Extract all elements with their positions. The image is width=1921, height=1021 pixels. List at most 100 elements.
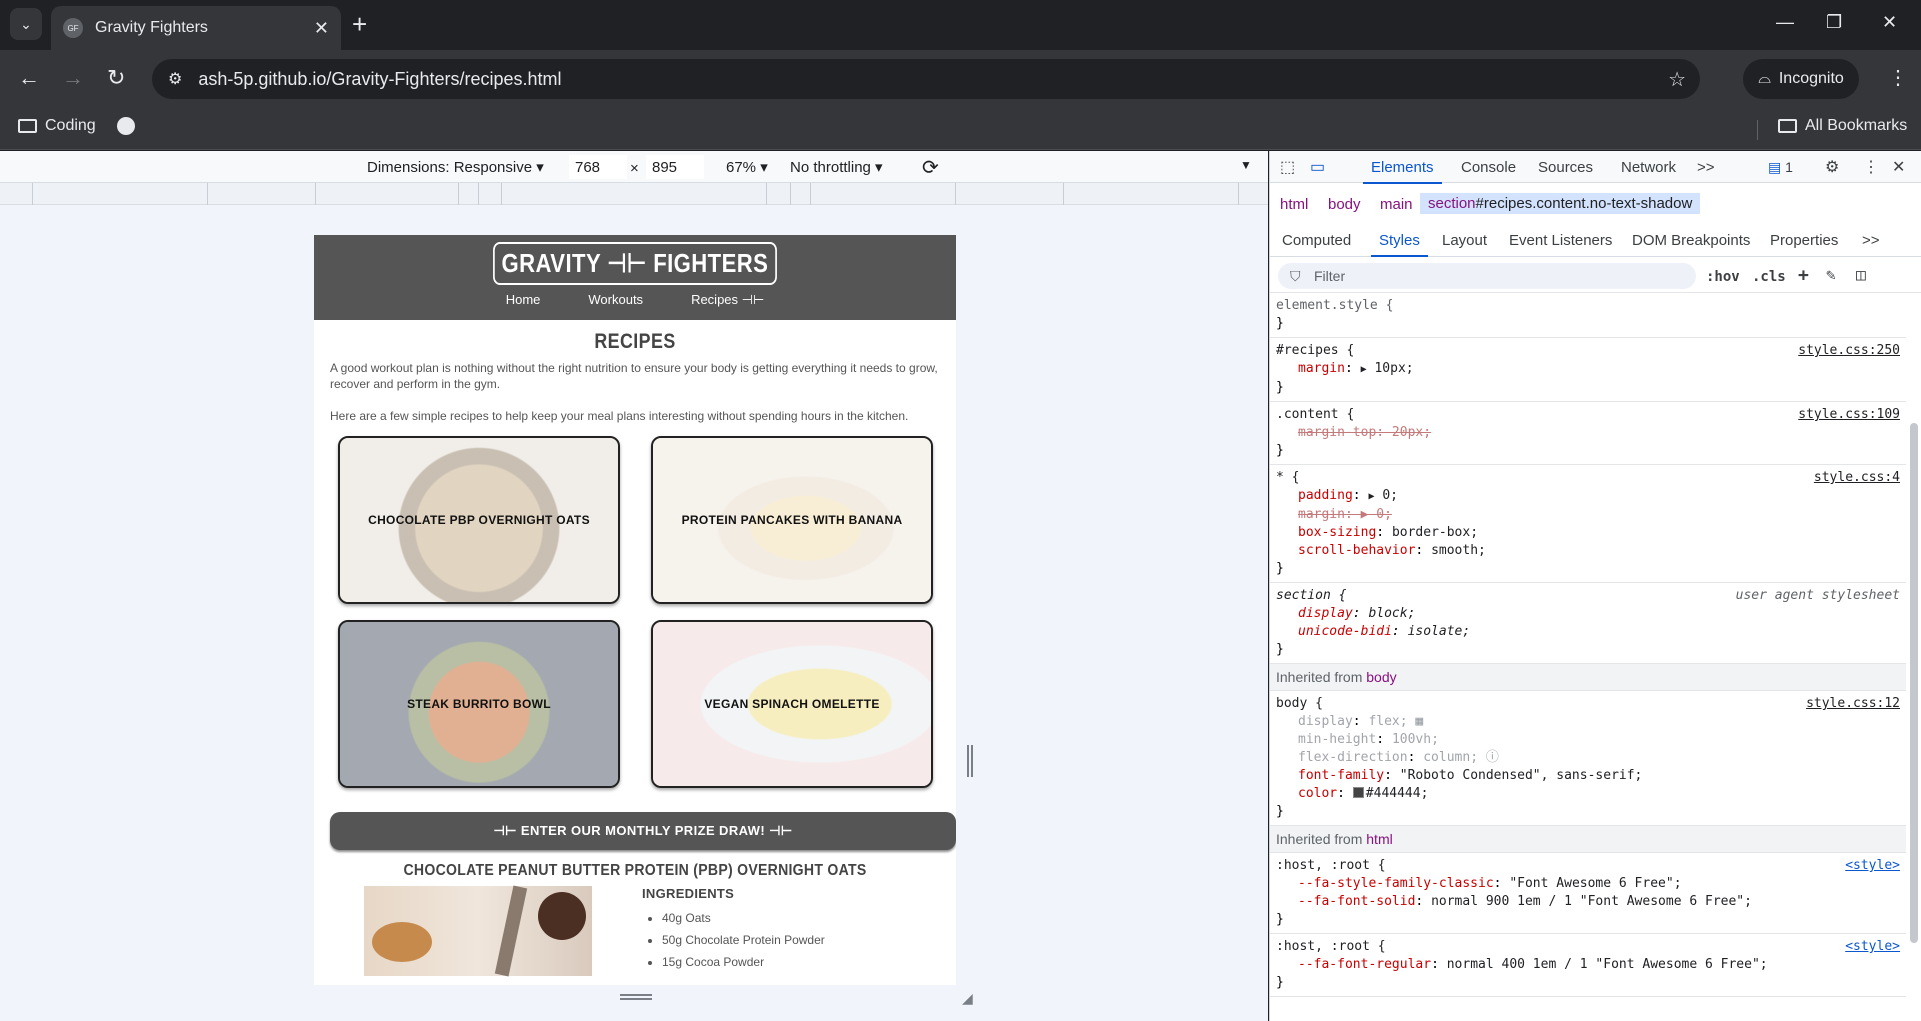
rule-universal[interactable]: * { style.css:4 padding: ▶ 0; margin: ▶ … (1270, 465, 1906, 583)
tab-layout[interactable]: Layout (1442, 232, 1487, 249)
rule-source-link[interactable]: <style> (1845, 857, 1900, 875)
rotate-icon[interactable]: ⟳ (922, 155, 939, 180)
declaration[interactable]: color: #444444; (1276, 785, 1900, 803)
declaration[interactable]: --fa-style-family-classic: "Font Awesome… (1276, 875, 1900, 893)
settings-gear-icon[interactable]: ⚙ (1825, 157, 1839, 177)
declaration[interactable]: display: block; (1276, 605, 1900, 623)
intro-paragraph: Here are a few simple recipes to help ke… (330, 409, 909, 423)
crumb-html[interactable]: html (1280, 196, 1308, 213)
resize-handle-right[interactable] (967, 745, 973, 777)
intro-text: A good workout plan is nothing without t… (314, 360, 956, 424)
all-bookmarks-button[interactable]: All Bookmarks (1778, 117, 1907, 135)
recipe-card-burrito[interactable]: STEAK BURRITO BOWL (338, 620, 620, 788)
address-bar[interactable]: ⚙ ash-5p.github.io/Gravity-Fighters/reci… (152, 59, 1700, 99)
rule-source-link[interactable]: style.css:4 (1814, 469, 1900, 487)
recipe-card-omelette[interactable]: VEGAN SPINACH OMELETTE (651, 620, 933, 788)
tab-elements[interactable]: Elements (1363, 159, 1442, 184)
declaration[interactable]: --fa-font-solid: normal 900 1em / 1 "Fon… (1276, 893, 1900, 911)
inspect-element-icon[interactable]: ⬚ (1280, 157, 1295, 177)
reload-button[interactable]: ↻ (107, 66, 125, 90)
nav-workouts[interactable]: Workouts (588, 292, 643, 308)
tab-styles[interactable]: Styles (1371, 232, 1428, 257)
close-window-button[interactable]: ✕ (1882, 12, 1897, 33)
tab-properties[interactable]: Properties (1770, 232, 1838, 249)
rule-content[interactable]: .content { style.css:109 margin-top: 20p… (1270, 402, 1906, 465)
prize-draw-button[interactable]: ⊣⊢ ENTER OUR MONTHLY PRIZE DRAW! ⊣⊢ (330, 812, 956, 850)
width-input[interactable] (569, 155, 627, 179)
tab-console[interactable]: Console (1461, 159, 1516, 176)
nav-home[interactable]: Home (506, 292, 541, 308)
restore-button[interactable]: ❐ (1826, 12, 1842, 33)
class-toggle[interactable]: .cls (1752, 269, 1786, 285)
declaration[interactable]: padding: ▶ 0; (1276, 487, 1900, 506)
tab-search-button[interactable]: ⌄ (10, 8, 42, 40)
throttling-dropdown[interactable]: No throttling ▾ (790, 158, 883, 176)
back-button[interactable]: ← (18, 66, 40, 90)
rule-section-ua[interactable]: section { user agent stylesheet display:… (1270, 583, 1906, 664)
declaration[interactable]: scroll-behavior: smooth; (1276, 542, 1900, 560)
site-logo[interactable]: GRAVITY ⊣⊢ FIGHTERS (493, 242, 777, 285)
recipe-card-pancakes[interactable]: PROTEIN PANCAKES WITH BANANA (651, 436, 933, 604)
color-swatch[interactable] (1352, 787, 1364, 798)
site-info-icon[interactable]: ⚙ (168, 69, 182, 89)
declaration-overridden[interactable]: margin-top: 20px; (1276, 424, 1900, 442)
height-input[interactable] (646, 155, 704, 179)
dimensions-dropdown[interactable]: Dimensions: Responsive ▾ (367, 158, 544, 176)
styles-scrollbar[interactable] (1909, 293, 1919, 1013)
resize-handle-bottom[interactable] (620, 994, 652, 1000)
rule-source-link[interactable]: style.css:109 (1798, 406, 1900, 424)
tab-sources[interactable]: Sources (1538, 159, 1593, 176)
bookmark-star-icon[interactable]: ☆ (1668, 67, 1686, 92)
minimize-button[interactable]: — (1776, 12, 1794, 33)
declaration-inactive[interactable]: display: flex; ▦ (1276, 713, 1900, 731)
recipe-card-oats[interactable]: CHOCOLATE PBP OVERNIGHT OATS (338, 436, 620, 604)
device-toolbar-icon[interactable]: ▭ (1310, 157, 1325, 177)
more-tabs-icon[interactable]: >> (1697, 159, 1715, 176)
close-tab-icon[interactable]: ✕ (314, 18, 329, 39)
resize-handle-corner[interactable]: ◢ (962, 990, 973, 1007)
declaration[interactable]: unicode-bidi: isolate; (1276, 623, 1900, 641)
tab-dom-breakpoints[interactable]: DOM Breakpoints (1632, 232, 1750, 249)
rule-source-link[interactable]: style.css:12 (1806, 695, 1900, 713)
declaration[interactable]: font-family: "Roboto Condensed", sans-se… (1276, 767, 1900, 785)
zoom-dropdown[interactable]: 67% ▾ (726, 158, 768, 176)
rule-root[interactable]: :host, :root { <style> --fa-style-family… (1270, 853, 1906, 934)
declaration[interactable]: --fa-font-regular: normal 400 1em / 1 "F… (1276, 956, 1900, 974)
active-tab[interactable]: GF Gravity Fighters ✕ (51, 6, 341, 50)
bookmark-folder-coding[interactable]: Coding (18, 117, 96, 135)
rule-source-link[interactable]: <style> (1845, 938, 1900, 956)
rule-source-link[interactable]: style.css:250 (1798, 342, 1900, 360)
browser-menu-icon[interactable]: ⋮ (1888, 65, 1908, 90)
forward-button[interactable]: → (62, 66, 84, 90)
close-devtools-icon[interactable]: ✕ (1892, 157, 1905, 177)
hover-state-toggle[interactable]: :hov (1706, 269, 1740, 285)
declaration-inactive[interactable]: flex-direction: column; ⓘ (1276, 749, 1900, 767)
crumb-section[interactable]: section#recipes.content.no-text-shadow (1420, 193, 1701, 214)
crumb-main[interactable]: main (1380, 196, 1413, 213)
more-options-icon[interactable]: ▼ (1240, 158, 1252, 172)
rule-root-2[interactable]: :host, :root { <style> --fa-font-regular… (1270, 934, 1906, 997)
new-tab-button[interactable]: + (352, 10, 367, 38)
paint-brush-icon[interactable]: ✎ (1826, 265, 1836, 284)
nav-recipes[interactable]: Recipes ⊣⊢ (691, 292, 764, 308)
media-query-ruler[interactable] (0, 183, 1268, 205)
rule-body[interactable]: body { style.css:12 display: flex; ▦ min… (1270, 691, 1906, 826)
declaration[interactable]: box-sizing: border-box; (1276, 524, 1900, 542)
more-subtabs-icon[interactable]: >> (1862, 232, 1880, 249)
rule-element-style[interactable]: element.style { } (1270, 293, 1906, 338)
tab-computed[interactable]: Computed (1282, 232, 1351, 249)
declaration-inactive[interactable]: min-height: 100vh; (1276, 731, 1900, 749)
toggle-sidebar-icon[interactable]: ◫ (1856, 265, 1866, 284)
issues-badge[interactable]: ▤ 1 (1768, 159, 1793, 176)
crumb-body[interactable]: body (1328, 196, 1361, 213)
declaration-overridden[interactable]: margin: ▶ 0; (1276, 506, 1900, 524)
rule-recipes[interactable]: #recipes { style.css:250 margin: ▶ 10px;… (1270, 338, 1906, 402)
bookmark-globe[interactable] (117, 117, 135, 135)
new-rule-icon[interactable]: + (1798, 265, 1809, 286)
tab-event-listeners[interactable]: Event Listeners (1509, 232, 1612, 249)
styles-filter-input[interactable]: ⛉ Filter (1278, 263, 1696, 289)
declaration[interactable]: margin: ▶ 10px; (1276, 360, 1900, 379)
tab-network[interactable]: Network (1621, 159, 1676, 176)
incognito-indicator[interactable]: ⌓ Incognito (1743, 59, 1859, 99)
devtools-menu-icon[interactable]: ⋮ (1863, 157, 1879, 177)
